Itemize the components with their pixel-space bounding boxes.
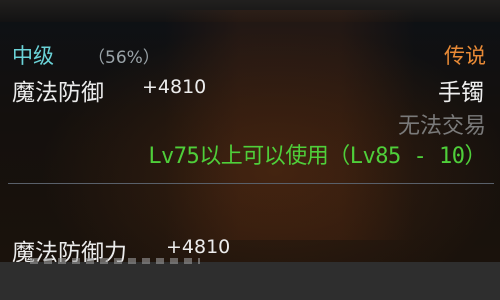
stat-name: 魔法防御 [12,80,104,106]
item-background-art [165,10,415,240]
level-requirement: Lv75以上可以使用（Lv85 - 10） [148,144,486,169]
trade-status: 无法交易 [397,114,486,139]
item-slot: 手镯 [438,80,484,106]
cropped-text-remnant [30,258,200,264]
stat2-value: +4810 [166,236,231,258]
item-percent: （56%） [88,48,160,68]
item-rank: 中级 [12,44,54,68]
stat-value: +4810 [142,76,207,98]
cropped-area [0,262,500,300]
section-divider [8,183,494,184]
item-tooltip: 中级 （56%） 传说 魔法防御 +4810 手镯 无法交易 Lv75以上可以使… [0,0,500,262]
item-quality: 传说 [444,44,486,68]
